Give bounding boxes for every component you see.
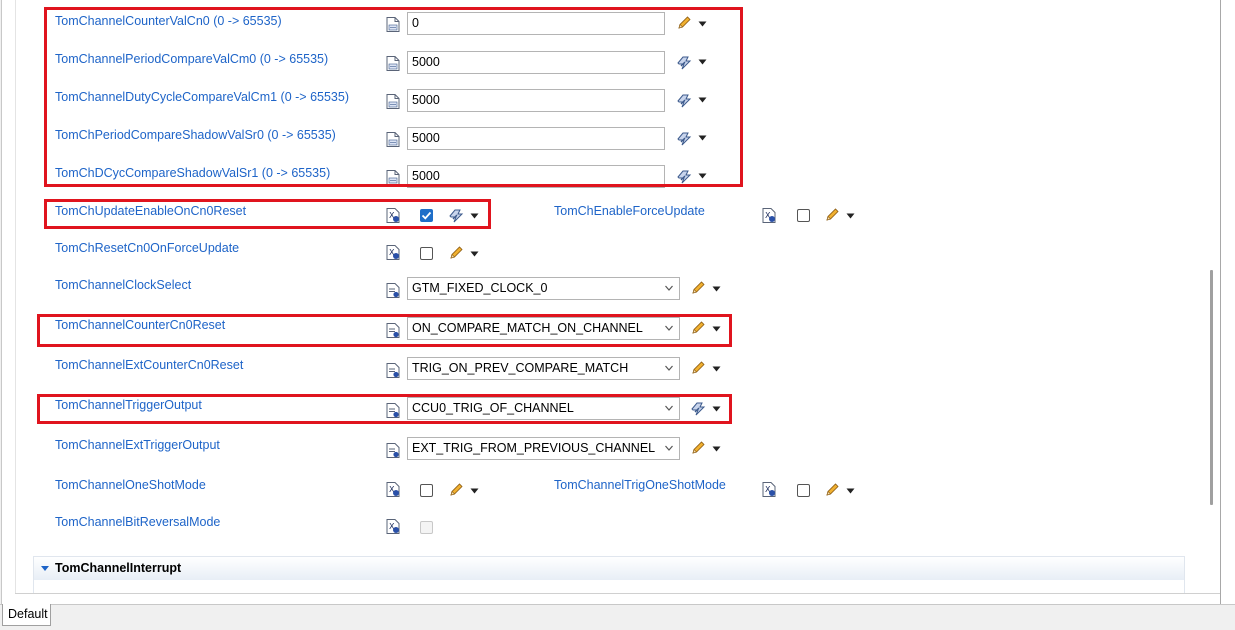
chevron-down-icon[interactable] [712, 366, 721, 372]
highlight-box [37, 394, 732, 424]
enable-force-update-checkbox[interactable] [797, 209, 810, 222]
clock-select-value: GTM_FIXED_CLOCK_0 [412, 281, 548, 295]
highlight-box [44, 7, 743, 187]
boolean-type-icon [762, 208, 776, 223]
bit-reversal-mode-checkbox [420, 521, 433, 534]
chevron-down-icon [663, 442, 675, 454]
pencil-icon[interactable] [690, 360, 706, 376]
pencil-icon[interactable] [690, 280, 706, 296]
trig-one-shot-mode-checkbox[interactable] [797, 484, 810, 497]
boolean-type-icon [386, 482, 400, 497]
enable-force-update-label: TomChEnableForceUpdate [554, 204, 705, 218]
boolean-type-icon [762, 482, 776, 497]
trig-one-shot-mode-label: TomChannelTrigOneShotMode [554, 478, 726, 492]
bit-reversal-mode-label: TomChannelBitReversalMode [55, 515, 221, 529]
reset-cn0-force-update-checkbox[interactable] [420, 247, 433, 260]
left-border [0, 0, 2, 604]
highlight-box [44, 199, 491, 229]
chevron-down-icon[interactable] [712, 286, 721, 292]
pencil-icon[interactable] [448, 245, 464, 261]
expand-triangle-icon[interactable] [41, 566, 49, 571]
section-header-tom-channel-interrupt[interactable]: TomChannelInterrupt [33, 556, 1185, 580]
editor-tab-bar [0, 604, 1235, 630]
pencil-icon[interactable] [824, 207, 840, 223]
clock-select-dropdown[interactable]: GTM_FIXED_CLOCK_0 [407, 277, 680, 300]
right-border [1220, 0, 1235, 604]
pencil-icon[interactable] [690, 440, 706, 456]
section-body [33, 580, 1185, 593]
section-title: TomChannelInterrupt [55, 561, 182, 575]
ext-counter-cn0-reset-label: TomChannelExtCounterCn0Reset [55, 358, 244, 372]
clock-select-label: TomChannelClockSelect [55, 278, 192, 292]
pencil-icon[interactable] [448, 482, 464, 498]
one-shot-mode-checkbox[interactable] [420, 484, 433, 497]
ext-trigger-output-value: EXT_TRIG_FROM_PREVIOUS_CHANNEL [412, 441, 656, 455]
one-shot-mode-label: TomChannelOneShotMode [55, 478, 206, 492]
pencil-icon[interactable] [824, 482, 840, 498]
boolean-type-icon [386, 245, 400, 260]
chevron-down-icon[interactable] [846, 213, 855, 219]
ext-trigger-output-label: TomChannelExtTriggerOutput [55, 438, 220, 452]
enum-type-icon [386, 443, 400, 458]
enum-type-icon [386, 283, 400, 298]
ext-counter-cn0-reset-value: TRIG_ON_PREV_COMPARE_MATCH [412, 361, 629, 375]
chevron-down-icon[interactable] [846, 488, 855, 494]
chevron-down-icon [663, 282, 675, 294]
enum-type-icon [386, 363, 400, 378]
chevron-down-icon [663, 362, 675, 374]
content-left-edge [15, 0, 16, 594]
chevron-down-icon[interactable] [712, 446, 721, 452]
chevron-down-icon[interactable] [470, 251, 479, 257]
reset-cn0-force-update-label: TomChResetCn0OnForceUpdate [55, 241, 240, 255]
content-bottom-edge [15, 593, 1220, 594]
ext-trigger-output-dropdown[interactable]: EXT_TRIG_FROM_PREVIOUS_CHANNEL [407, 437, 680, 460]
ext-counter-cn0-reset-dropdown[interactable]: TRIG_ON_PREV_COMPARE_MATCH [407, 357, 680, 380]
chevron-down-icon[interactable] [470, 488, 479, 494]
tab-default[interactable]: Default [2, 604, 51, 626]
scrollbar-thumb[interactable] [1210, 270, 1213, 505]
highlight-box [37, 314, 732, 347]
boolean-type-icon [386, 519, 400, 534]
